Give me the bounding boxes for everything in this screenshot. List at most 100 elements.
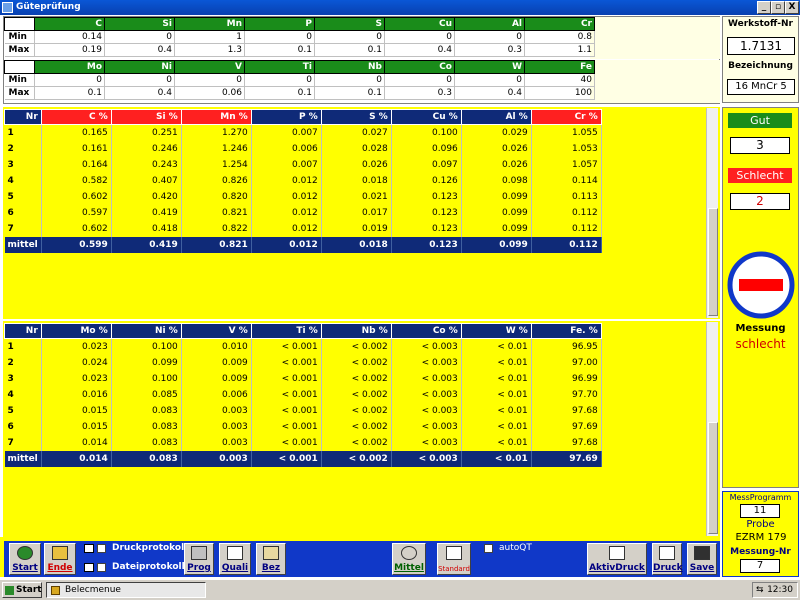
spec-max-value: 1.1 [524, 43, 595, 57]
bez-button[interactable]: Bez [256, 543, 286, 575]
spec-row-label: Min [4, 73, 35, 87]
aktivdruck-button[interactable]: AktivDruck [587, 543, 647, 575]
probe-value: EZRM 179 [727, 532, 795, 546]
spec-max-value: 0.4 [104, 43, 175, 57]
gut-label: Gut [728, 113, 792, 128]
title-bar: Güteprüfung _ ▫ X [0, 0, 800, 15]
row-number: 1 [4, 124, 42, 141]
bezeichnung-value: 16 MnCr 5 [727, 79, 795, 95]
result-row[interactable]: 1 0.165 0.251 1.270 0.007 0.027 0.100 0.029 1.05… [4, 124, 602, 141]
dateiprotokoll-checkbox[interactable] [97, 563, 106, 572]
druck-button[interactable]: Druck [652, 543, 683, 575]
spec-max-value: 0.3 [384, 86, 455, 100]
druckprotokoll-checkbox[interactable] [97, 544, 106, 553]
spec-row-label: Max [4, 86, 35, 100]
close-button[interactable]: X [785, 1, 799, 14]
mittel-button[interactable]: Mittel [392, 543, 426, 575]
result-cell: 0.099 [111, 354, 182, 371]
ende-button[interactable]: Ende [44, 543, 76, 575]
autoqt-checkbox[interactable] [484, 544, 493, 553]
result-cell: 0.112 [531, 204, 602, 221]
result-cell: 0.023 [41, 370, 112, 387]
probe-label: Probe [746, 519, 775, 530]
row-number: 5 [4, 188, 42, 205]
result-row[interactable]: 3 0.164 0.243 1.254 0.007 0.026 0.097 0.026 1.05… [4, 156, 602, 173]
row-number: 3 [4, 370, 42, 387]
spec-max-row: Max 0.19 0.4 1.3 0.1 0.1 0.4 0.3 1.1 [4, 43, 595, 57]
result-cell: < 0.001 [251, 434, 322, 451]
result-cell: 0.123 [391, 188, 462, 205]
mittel-label: mittel [4, 450, 42, 467]
result-row[interactable]: 7 0.014 0.083 0.003 < 0.001 < 0.002 < 0.003 < 0… [4, 434, 602, 451]
result-cell: 0.420 [111, 188, 182, 205]
mittel-cell: 0.003 [181, 450, 252, 467]
result-row[interactable]: 5 0.602 0.420 0.820 0.012 0.021 0.123 0.099 0.11… [4, 188, 602, 205]
spec-table-2: Mo Ni V Ti Nb Co W Fe Min 0 0 0 0 0 0 0 40 Max 0.1 0.4 0.06 0… [4, 60, 595, 100]
results-scrollbar-1[interactable] [706, 108, 718, 318]
row-number: 2 [4, 354, 42, 371]
result-row[interactable]: 2 0.161 0.246 1.246 0.006 0.028 0.096 0.026 1.05… [4, 140, 602, 157]
spec-min-value: 0 [314, 73, 385, 87]
spec-min-row: Min 0 0 0 0 0 0 0 40 [4, 73, 595, 87]
spec-max-value: 0.1 [244, 86, 315, 100]
result-row[interactable]: 7 0.602 0.418 0.822 0.012 0.019 0.123 0.099 0.11… [4, 220, 602, 237]
row-number: 7 [4, 220, 42, 237]
spec-row-label: Min [4, 30, 35, 44]
maximize-button[interactable]: ▫ [771, 1, 785, 14]
result-row[interactable]: 3 0.023 0.100 0.009 < 0.001 < 0.002 < 0.003 < 0… [4, 370, 602, 387]
start-menu-button[interactable]: Start [2, 582, 42, 598]
result-cell: 0.098 [461, 172, 532, 189]
result-row[interactable]: 4 0.016 0.085 0.006 < 0.001 < 0.002 < 0.003 < 0… [4, 386, 602, 403]
save-button[interactable]: Save [687, 543, 717, 575]
result-cell: < 0.003 [391, 402, 462, 419]
result-cell: 0.100 [391, 124, 462, 141]
result-cell: 0.012 [251, 172, 322, 189]
prog-button[interactable]: Prog [184, 543, 214, 575]
column-header: Co % [390, 323, 462, 339]
results-scrollbar-2[interactable] [706, 322, 718, 536]
spec-max-value: 0.1 [314, 43, 385, 57]
result-cell: 0.113 [531, 188, 602, 205]
standard-button[interactable]: Standard [437, 543, 471, 575]
result-cell: 0.822 [181, 220, 252, 237]
result-cell: 97.68 [531, 402, 602, 419]
messungnr-value: 7 [740, 559, 780, 573]
result-row[interactable]: 5 0.015 0.083 0.003 < 0.001 < 0.002 < 0.003 < 0… [4, 402, 602, 419]
result-cell: 97.68 [531, 434, 602, 451]
minimize-button[interactable]: _ [757, 1, 771, 14]
spec-min-value: 0 [454, 73, 525, 87]
scroll-thumb[interactable] [708, 208, 718, 316]
result-row[interactable]: 6 0.015 0.083 0.003 < 0.001 < 0.002 < 0.003 < 0… [4, 418, 602, 435]
mittel-cell: 0.599 [41, 236, 112, 253]
quali-button[interactable]: Quali [219, 543, 251, 575]
element-header: Nb [314, 60, 385, 74]
result-row[interactable]: 6 0.597 0.419 0.821 0.012 0.017 0.123 0.099 0.11… [4, 204, 602, 221]
column-header: Ni % [110, 323, 182, 339]
result-cell: 0.009 [181, 370, 252, 387]
result-row[interactable]: 4 0.582 0.407 0.826 0.012 0.018 0.126 0.098 0.11… [4, 172, 602, 189]
row-number: 1 [4, 338, 42, 355]
result-cell: 0.096 [391, 140, 462, 157]
result-cell: 0.006 [181, 386, 252, 403]
taskbar-task[interactable]: Belecmenue [46, 582, 206, 598]
element-header: Cu [384, 17, 455, 31]
column-header: S % [320, 109, 392, 125]
scroll-thumb[interactable] [708, 422, 718, 534]
result-row[interactable]: 2 0.024 0.099 0.009 < 0.001 < 0.002 < 0.003 < 0… [4, 354, 602, 371]
row-number: 4 [4, 386, 42, 403]
result-cell: 0.418 [111, 220, 182, 237]
result-cell: 0.097 [391, 156, 462, 173]
result-cell: 0.026 [461, 156, 532, 173]
result-cell: 0.015 [41, 418, 112, 435]
result-cell: 0.164 [41, 156, 112, 173]
dateiprotokoll-label: Dateiprotokoll [112, 562, 185, 572]
start-button[interactable]: Start [9, 543, 41, 575]
result-cell: 0.003 [181, 434, 252, 451]
door-icon [52, 546, 68, 560]
element-header: S [314, 17, 385, 31]
result-row[interactable]: 1 0.023 0.100 0.010 < 0.001 < 0.002 < 0.003 < 0… [4, 338, 602, 355]
element-header: Co [384, 60, 455, 74]
result-cell: 0.017 [321, 204, 392, 221]
element-header: C [34, 17, 105, 31]
mittel-cell: 0.123 [391, 236, 462, 253]
